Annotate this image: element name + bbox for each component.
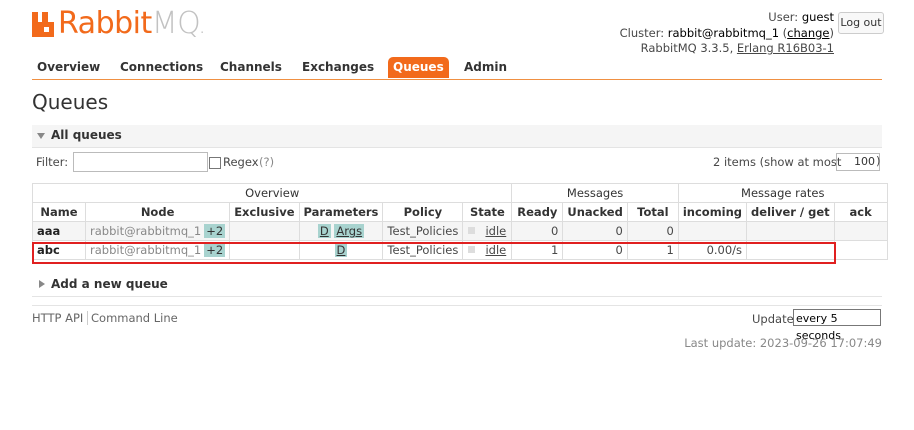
col-unacked[interactable]: Unacked [562,202,628,222]
logout-button[interactable]: Log out [838,12,884,34]
queue-ready: 0 [511,221,564,241]
queue-incoming [677,221,748,241]
update-interval-select[interactable]: every 5 seconds [793,309,881,342]
col-policy[interactable]: Policy [382,202,464,222]
filter-label: Filter: [36,155,69,169]
footer-divider [32,305,882,306]
filter-input[interactable] [73,152,208,172]
page-size-input[interactable]: 100 [836,153,880,171]
queue-unacked: 0 [562,240,628,260]
erlang-version-link[interactable]: Erlang R16B03-1 [737,41,834,55]
queue-parameters: D Args [298,221,384,241]
change-cluster-link[interactable]: change [787,26,829,40]
queue-deliver-get [746,221,835,241]
queue-deliver-get [746,240,835,260]
login-details: User: guest Cluster: rabbit@rabbitmq_1 (… [619,10,834,55]
queue-state: idle [462,240,513,260]
col-incoming[interactable]: incoming [677,202,748,222]
queue-exclusive [229,221,300,241]
queue-node: rabbit@rabbitmq_1 +2 [84,221,231,241]
tab-overview[interactable]: Overview [37,57,100,78]
rabbitmq-logo-icon [32,12,54,37]
cluster-label: Cluster: [619,25,665,40]
queue-node: rabbit@rabbitmq_1 +2 [84,240,231,260]
table-column-header: Name Node Exclusive Parameters Policy St… [32,202,888,222]
queue-unacked: 0 [562,221,628,241]
table-group-header: Overview Messages Message rates [31,183,888,203]
table-row[interactable]: abc rabbit@rabbitmq_1 +2 D Test_Policies … [32,240,888,260]
param-durable-badge: D [334,243,348,257]
col-state[interactable]: State [462,202,513,222]
col-ack[interactable]: ack [833,202,888,222]
queue-ready: 1 [511,240,564,260]
queue-policy: Test_Policies [382,221,464,241]
queue-ack [833,240,888,260]
items-count-text: 2 items (show at most [713,155,842,169]
queue-ack [833,221,888,241]
user-label: User: [768,10,799,24]
table-row[interactable]: aaa rabbit@rabbitmq_1 +2 D Args Test_Poli… [32,221,888,241]
last-update-text: Last update: 2023-09-26 17:07:49 [684,336,882,350]
all-queues-title: All queues [51,128,122,142]
tab-exchanges[interactable]: Exchanges [302,57,374,78]
param-durable-badge: D [317,224,331,238]
queue-total: 1 [626,240,679,260]
state-indicator-icon [468,246,476,253]
brand-name-part2: MQ [151,6,201,41]
user-name: guest [801,10,834,24]
tab-queues[interactable]: Queues [388,57,449,78]
add-queue-section-toggle[interactable]: Add a new queue [32,274,882,297]
collapse-triangle-icon [37,133,45,139]
queue-state: idle [462,221,513,241]
col-exclusive[interactable]: Exclusive [229,202,300,222]
brand-name-part1: Rabbit [58,6,152,41]
col-parameters[interactable]: Parameters [298,202,384,222]
update-label: Update [752,312,794,326]
tab-channels[interactable]: Channels [220,57,282,78]
queue-total: 0 [626,221,679,241]
main-nav-tabs: Overview Connections Channels Exchanges … [32,57,882,80]
col-name[interactable]: Name [32,202,86,222]
state-indicator-icon [468,227,476,234]
col-ready[interactable]: Ready [511,202,564,222]
queue-exclusive [229,240,300,260]
queue-name-link[interactable]: abc [32,240,86,260]
queue-parameters: D [298,240,384,260]
queue-name-link[interactable]: aaa [32,221,86,241]
version-text: RabbitMQ 3.3.5, [640,41,734,55]
col-deliver-get[interactable]: deliver / get [746,202,835,222]
regex-checkbox[interactable] [209,157,221,169]
tab-connections[interactable]: Connections [120,57,203,78]
group-message-rates: Message rates [677,183,888,203]
node-extra-badge: +2 [204,224,226,238]
col-node[interactable]: Node [84,202,231,222]
cluster-name: rabbit@rabbitmq_1 [667,25,780,40]
queue-policy: Test_Policies [382,240,464,260]
col-total[interactable]: Total [626,202,679,222]
all-queues-section-toggle[interactable]: All queues [32,125,882,148]
regex-label: Regex [223,155,259,169]
command-line-link[interactable]: Command Line [87,311,178,325]
page-title: Queues [32,90,109,114]
param-args-badge: Args [334,224,365,238]
regex-help-link[interactable]: (?) [259,155,274,169]
tab-admin[interactable]: Admin [464,57,507,78]
expand-triangle-icon [39,280,45,288]
queues-table: Overview Messages Message rates Name Nod… [31,183,888,260]
http-api-link[interactable]: HTTP API [32,311,83,325]
group-overview: Overview [31,183,513,203]
node-extra-badge: +2 [204,243,226,257]
queue-incoming: 0.00/s [677,240,748,260]
group-messages: Messages [511,183,679,203]
add-queue-title: Add a new queue [51,277,168,291]
